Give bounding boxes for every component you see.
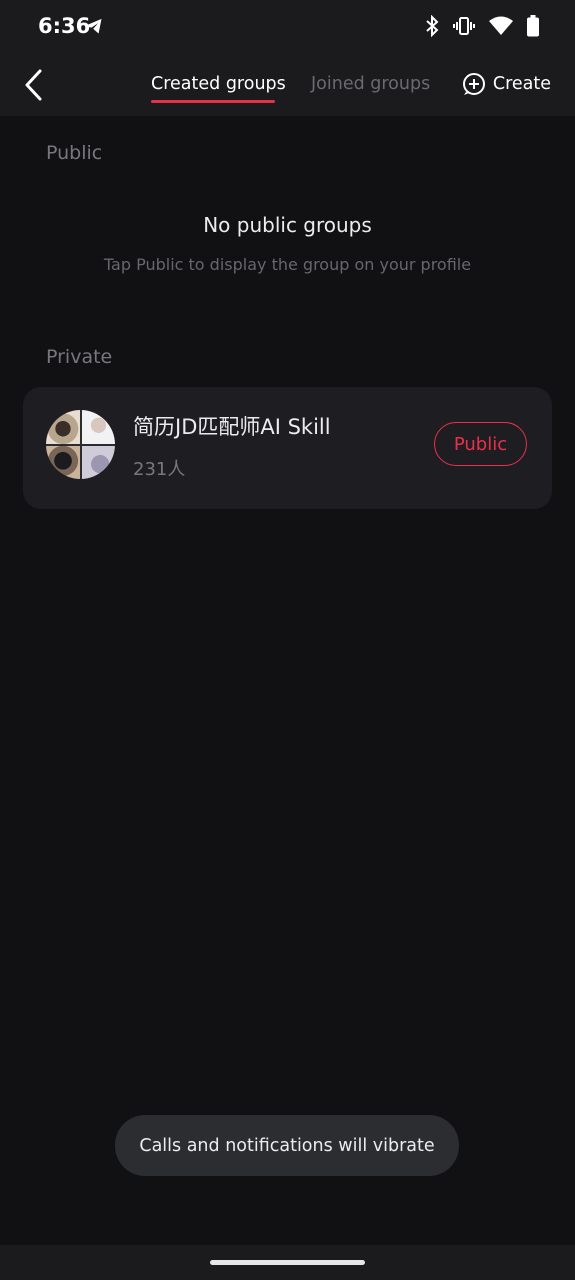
navigation-bar [0, 1245, 575, 1280]
group-avatar [46, 410, 115, 479]
vibrate-icon [453, 17, 475, 35]
create-label: Create [492, 74, 551, 94]
tab-joined-groups[interactable]: Joined groups [311, 74, 430, 94]
public-section-label: Public [46, 142, 103, 164]
status-time: 6:36 [38, 14, 91, 38]
toast: Calls and notifications will vibrate [115, 1115, 459, 1176]
back-arrow-icon[interactable] [22, 68, 48, 102]
avatar-tile [81, 445, 115, 479]
active-tab-indicator [151, 100, 275, 103]
avatar-tile [81, 410, 115, 444]
private-section-label: Private [46, 346, 113, 368]
empty-state-subtitle: Tap Public to display the group on your … [103, 255, 472, 274]
make-public-button[interactable]: Public [434, 422, 527, 466]
avatar-tile [46, 445, 80, 479]
create-button[interactable]: Create [462, 72, 551, 96]
telegram-icon [85, 18, 102, 34]
wifi-icon [489, 16, 513, 35]
group-name: 简历JD匹配师AI Skill [133, 415, 331, 439]
top-bar: Created groups Joined groups Create [0, 52, 575, 116]
status-bar: 6:36 [0, 0, 575, 52]
empty-state-title: No public groups [203, 213, 372, 237]
avatar-tile [46, 410, 80, 444]
gesture-handle[interactable] [210, 1260, 365, 1265]
battery-icon [527, 15, 539, 37]
group-member-count: 231人 [133, 459, 186, 480]
tab-created-groups[interactable]: Created groups [151, 74, 286, 94]
bluetooth-icon [426, 15, 439, 37]
group-card[interactable]: 简历JD匹配师AI Skill 231人 Public [23, 387, 552, 509]
status-icons [425, 15, 539, 37]
add-circle-icon [462, 73, 485, 95]
